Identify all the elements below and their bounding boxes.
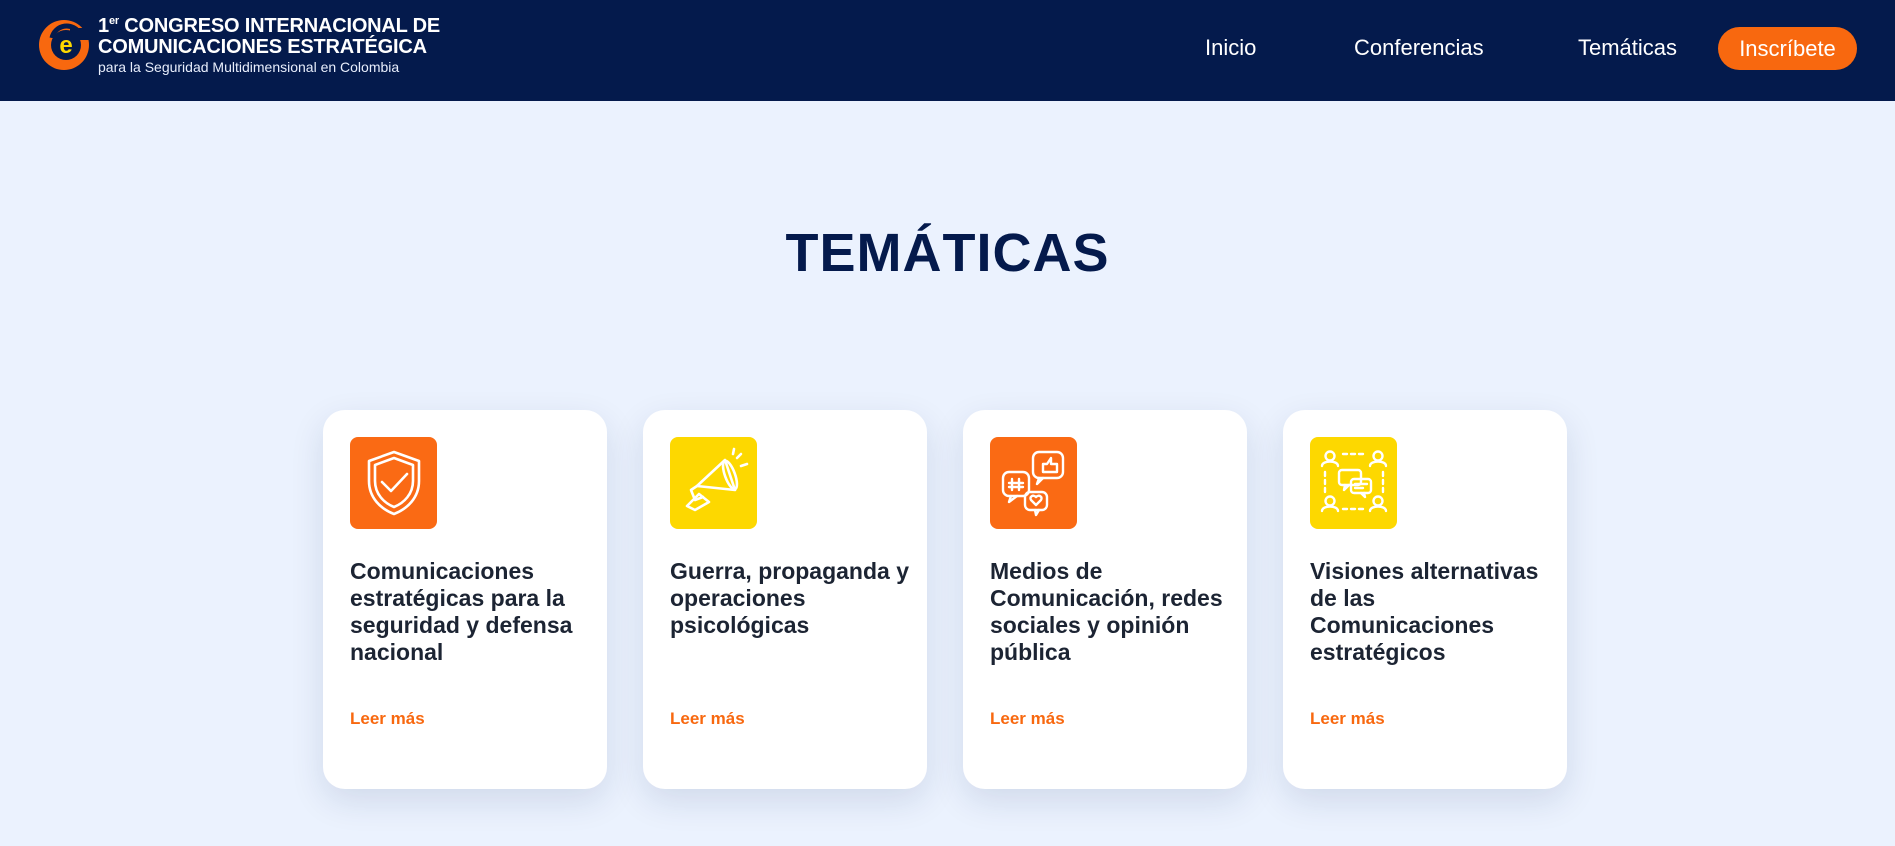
topic-card-title: Comunicaciones estratégicas para la segu…: [350, 558, 573, 665]
logo-text: 1er CONGRESO INTERNACIONAL DE COMUNICACI…: [98, 14, 441, 75]
topic-card: Visiones alternativas de las Comunicacio…: [1283, 410, 1567, 789]
read-more-link[interactable]: Leer más: [670, 709, 745, 729]
nav-link-tematicas[interactable]: Temáticas: [1578, 35, 1677, 61]
nav-link-inicio[interactable]: Inicio: [1205, 35, 1256, 61]
logo-line-2: COMUNICACIONES ESTRATÉGICA: [98, 35, 427, 58]
nav-link-conferencias[interactable]: Conferencias: [1354, 35, 1484, 61]
site-header: e 1er CONGRESO INTERNACIONAL DE COMUNICA…: [0, 0, 1895, 101]
svg-text:e: e: [59, 32, 72, 59]
read-more-link[interactable]: Leer más: [990, 709, 1065, 729]
topic-card: Comunicaciones estratégicas para la segu…: [323, 410, 607, 789]
site-logo[interactable]: e 1er CONGRESO INTERNACIONAL DE COMUNICA…: [36, 14, 440, 76]
read-more-link[interactable]: Leer más: [1310, 709, 1385, 729]
read-more-link[interactable]: Leer más: [350, 709, 425, 729]
topic-card: Guerra, propaganda y operaciones psicoló…: [643, 410, 927, 789]
shield-check-icon: [350, 437, 437, 529]
logo-line-1: 1er CONGRESO INTERNACIONAL DE: [98, 14, 441, 37]
section-title: TEMÁTICAS: [785, 223, 1110, 283]
topic-card-title: Visiones alternativas de las Comunicacio…: [1310, 558, 1539, 665]
topic-card-title: Medios de Comunicación, redes sociales y…: [990, 558, 1223, 665]
megaphone-icon: [670, 437, 757, 529]
topic-card: Medios de Comunicación, redes sociales y…: [963, 410, 1247, 789]
logo-tagline: para la Seguridad Multidimensional en Co…: [98, 58, 400, 75]
network-people-icon: [1310, 437, 1397, 529]
social-media-icon: [990, 437, 1077, 529]
register-button[interactable]: Inscríbete: [1718, 27, 1857, 70]
topic-card-title: Guerra, propaganda y operaciones psicoló…: [670, 558, 910, 638]
congress-logo-icon: e: [39, 20, 92, 70]
